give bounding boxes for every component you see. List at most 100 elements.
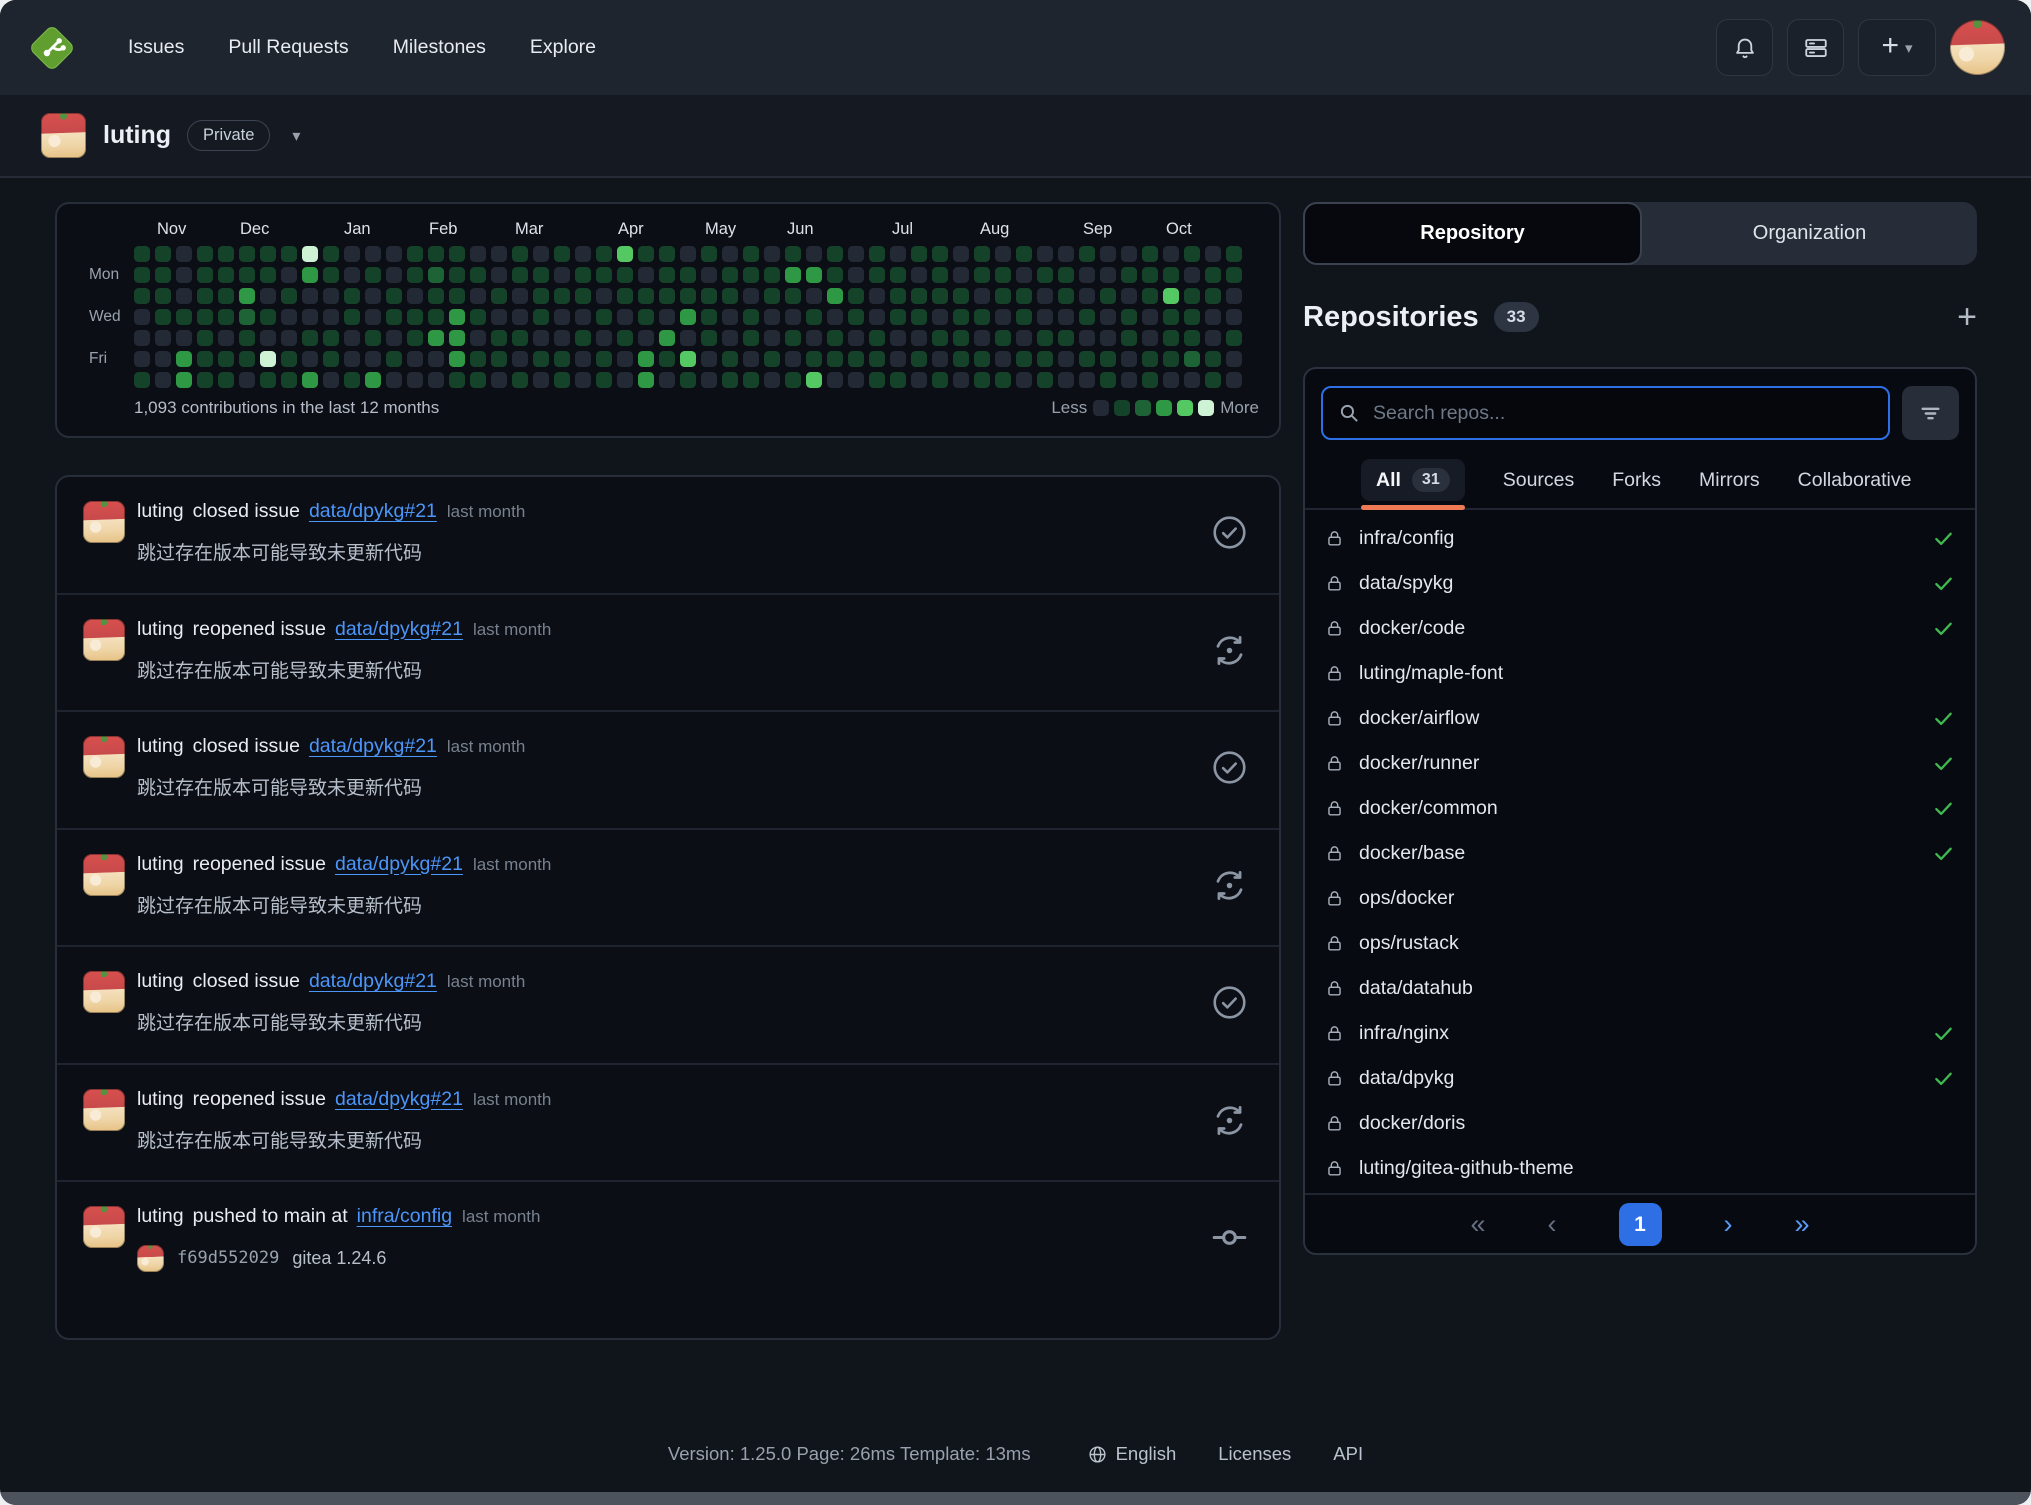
repo-list-item[interactable]: ops/rustack <box>1305 921 1975 966</box>
issue-link[interactable]: data/dpykg#21 <box>309 970 437 993</box>
heatmap-cell <box>827 330 843 346</box>
repo-name: infra/nginx <box>1359 1022 1449 1045</box>
repo-list-item[interactable]: data/spykg <box>1305 561 1975 606</box>
nav-link-pull-requests[interactable]: Pull Requests <box>228 36 348 59</box>
avatar[interactable] <box>83 971 125 1013</box>
heatmap-cell <box>974 288 990 304</box>
profile-avatar[interactable] <box>41 113 86 158</box>
feed-user[interactable]: luting <box>137 970 184 993</box>
avatar[interactable] <box>83 619 125 661</box>
nav-link-milestones[interactable]: Milestones <box>393 36 486 59</box>
heatmap-cell <box>1058 309 1074 325</box>
filter-tab-mirrors[interactable]: Mirrors <box>1699 452 1760 508</box>
repo-list-item[interactable]: luting/maple-font <box>1305 651 1975 696</box>
avatar[interactable] <box>83 854 125 896</box>
heatmap-cell <box>974 246 990 262</box>
feed-user[interactable]: luting <box>137 618 184 641</box>
filter-tab-sources[interactable]: Sources <box>1503 452 1575 508</box>
repo-list-item[interactable]: data/dpykg <box>1305 1056 1975 1101</box>
new-repository-button[interactable]: + <box>1957 300 1977 334</box>
heatmap-cell <box>1037 309 1053 325</box>
issue-link[interactable]: data/dpykg#21 <box>309 735 437 758</box>
feed-timestamp: last month <box>447 972 525 992</box>
heatmap-cell <box>365 288 381 304</box>
feed-user[interactable]: luting <box>137 1205 184 1228</box>
current-page-button[interactable]: 1 <box>1619 1203 1662 1246</box>
filter-tab-forks[interactable]: Forks <box>1612 452 1661 508</box>
avatar[interactable] <box>83 1089 125 1131</box>
repo-link[interactable]: infra/config <box>357 1205 452 1228</box>
filter-button[interactable] <box>1902 386 1959 440</box>
repo-list-item[interactable]: docker/code <box>1305 606 1975 651</box>
repo-list-item[interactable]: docker/runner <box>1305 741 1975 786</box>
heatmap-cell <box>617 330 633 346</box>
notifications-button[interactable] <box>1716 19 1773 76</box>
repo-list-item[interactable]: docker/doris <box>1305 1101 1975 1146</box>
heatmap-cell <box>701 267 717 283</box>
feed-user[interactable]: luting <box>137 1088 184 1111</box>
repo-list-item[interactable]: docker/base <box>1305 831 1975 876</box>
next-page-button[interactable]: › <box>1724 1211 1733 1238</box>
heatmap-cell <box>827 351 843 367</box>
repo-list-item[interactable]: infra/nginx <box>1305 1011 1975 1056</box>
heatmap-month-jan: Jan <box>344 220 371 239</box>
heatmap-month-sep: Sep <box>1083 220 1112 239</box>
feed-user[interactable]: luting <box>137 735 184 758</box>
issue-link[interactable]: data/dpykg#21 <box>335 618 463 641</box>
repo-list-item[interactable]: luting/gitea-github-theme <box>1305 1146 1975 1191</box>
repo-list-item[interactable]: ops/docker <box>1305 876 1975 921</box>
repo-list-item[interactable]: docker/common <box>1305 786 1975 831</box>
create-new-button[interactable]: + ▾ <box>1858 19 1936 76</box>
tab-organization[interactable]: Organization <box>1642 202 1977 265</box>
repo-list-item[interactable]: docker/airflow <box>1305 696 1975 741</box>
repo-name: ops/docker <box>1359 887 1454 910</box>
nav-link-explore[interactable]: Explore <box>530 36 596 59</box>
repo-list-item[interactable]: data/datahub <box>1305 966 1975 1011</box>
avatar[interactable] <box>83 736 125 778</box>
heatmap-cell <box>260 288 276 304</box>
language-selector[interactable]: English <box>1087 1443 1177 1465</box>
heatmap-cell <box>827 246 843 262</box>
heatmap-cell <box>890 246 906 262</box>
feed-user[interactable]: luting <box>137 500 184 523</box>
admin-panel-button[interactable] <box>1787 19 1844 76</box>
first-page-button[interactable]: « <box>1470 1211 1485 1238</box>
feed-user[interactable]: luting <box>137 853 184 876</box>
prev-page-button[interactable]: ‹ <box>1548 1211 1557 1238</box>
last-page-button[interactable]: » <box>1795 1211 1810 1238</box>
horizontal-scrollbar[interactable] <box>0 1492 2031 1505</box>
heatmap-cell <box>344 309 360 325</box>
activity-feed-card: lutingclosed issuedata/dpykg#21last mont… <box>55 475 1281 1340</box>
api-link[interactable]: API <box>1333 1443 1363 1465</box>
heatmap-cell <box>281 288 297 304</box>
heatmap-cell <box>1121 372 1137 388</box>
gitea-window: Issues Pull Requests Milestones Explore + ▾… <box>0 0 2031 1505</box>
heatmap-cell <box>344 246 360 262</box>
issue-link[interactable]: data/dpykg#21 <box>335 1088 463 1111</box>
heatmap-cell <box>806 330 822 346</box>
avatar[interactable] <box>137 1245 164 1272</box>
profile-dropdown-caret[interactable]: ▾ <box>292 126 300 146</box>
heatmap-cell <box>638 288 654 304</box>
filter-tab-all[interactable]: All31 <box>1361 452 1465 508</box>
tab-repository[interactable]: Repository <box>1303 202 1642 265</box>
heatmap-cell <box>911 288 927 304</box>
licenses-link[interactable]: Licenses <box>1218 1443 1291 1465</box>
plus-icon: + <box>1881 31 1899 61</box>
lock-icon <box>1325 1158 1344 1179</box>
nav-link-issues[interactable]: Issues <box>128 36 184 59</box>
user-avatar[interactable] <box>1950 20 2005 75</box>
repo-list-item[interactable]: infra/config <box>1305 516 1975 561</box>
avatar[interactable] <box>83 501 125 543</box>
issue-link[interactable]: data/dpykg#21 <box>309 500 437 523</box>
heatmap-cell <box>407 372 423 388</box>
search-input[interactable] <box>1371 401 1873 426</box>
filter-tab-collaborative[interactable]: Collaborative <box>1798 452 1912 508</box>
heatmap-cell <box>659 330 675 346</box>
heatmap-day-wed: Wed <box>89 309 121 325</box>
commit-hash-link[interactable]: f69d552029 <box>177 1248 279 1268</box>
heatmap-cell <box>953 288 969 304</box>
avatar[interactable] <box>83 1206 125 1248</box>
issue-link[interactable]: data/dpykg#21 <box>335 853 463 876</box>
gitea-logo-icon[interactable] <box>26 22 78 74</box>
